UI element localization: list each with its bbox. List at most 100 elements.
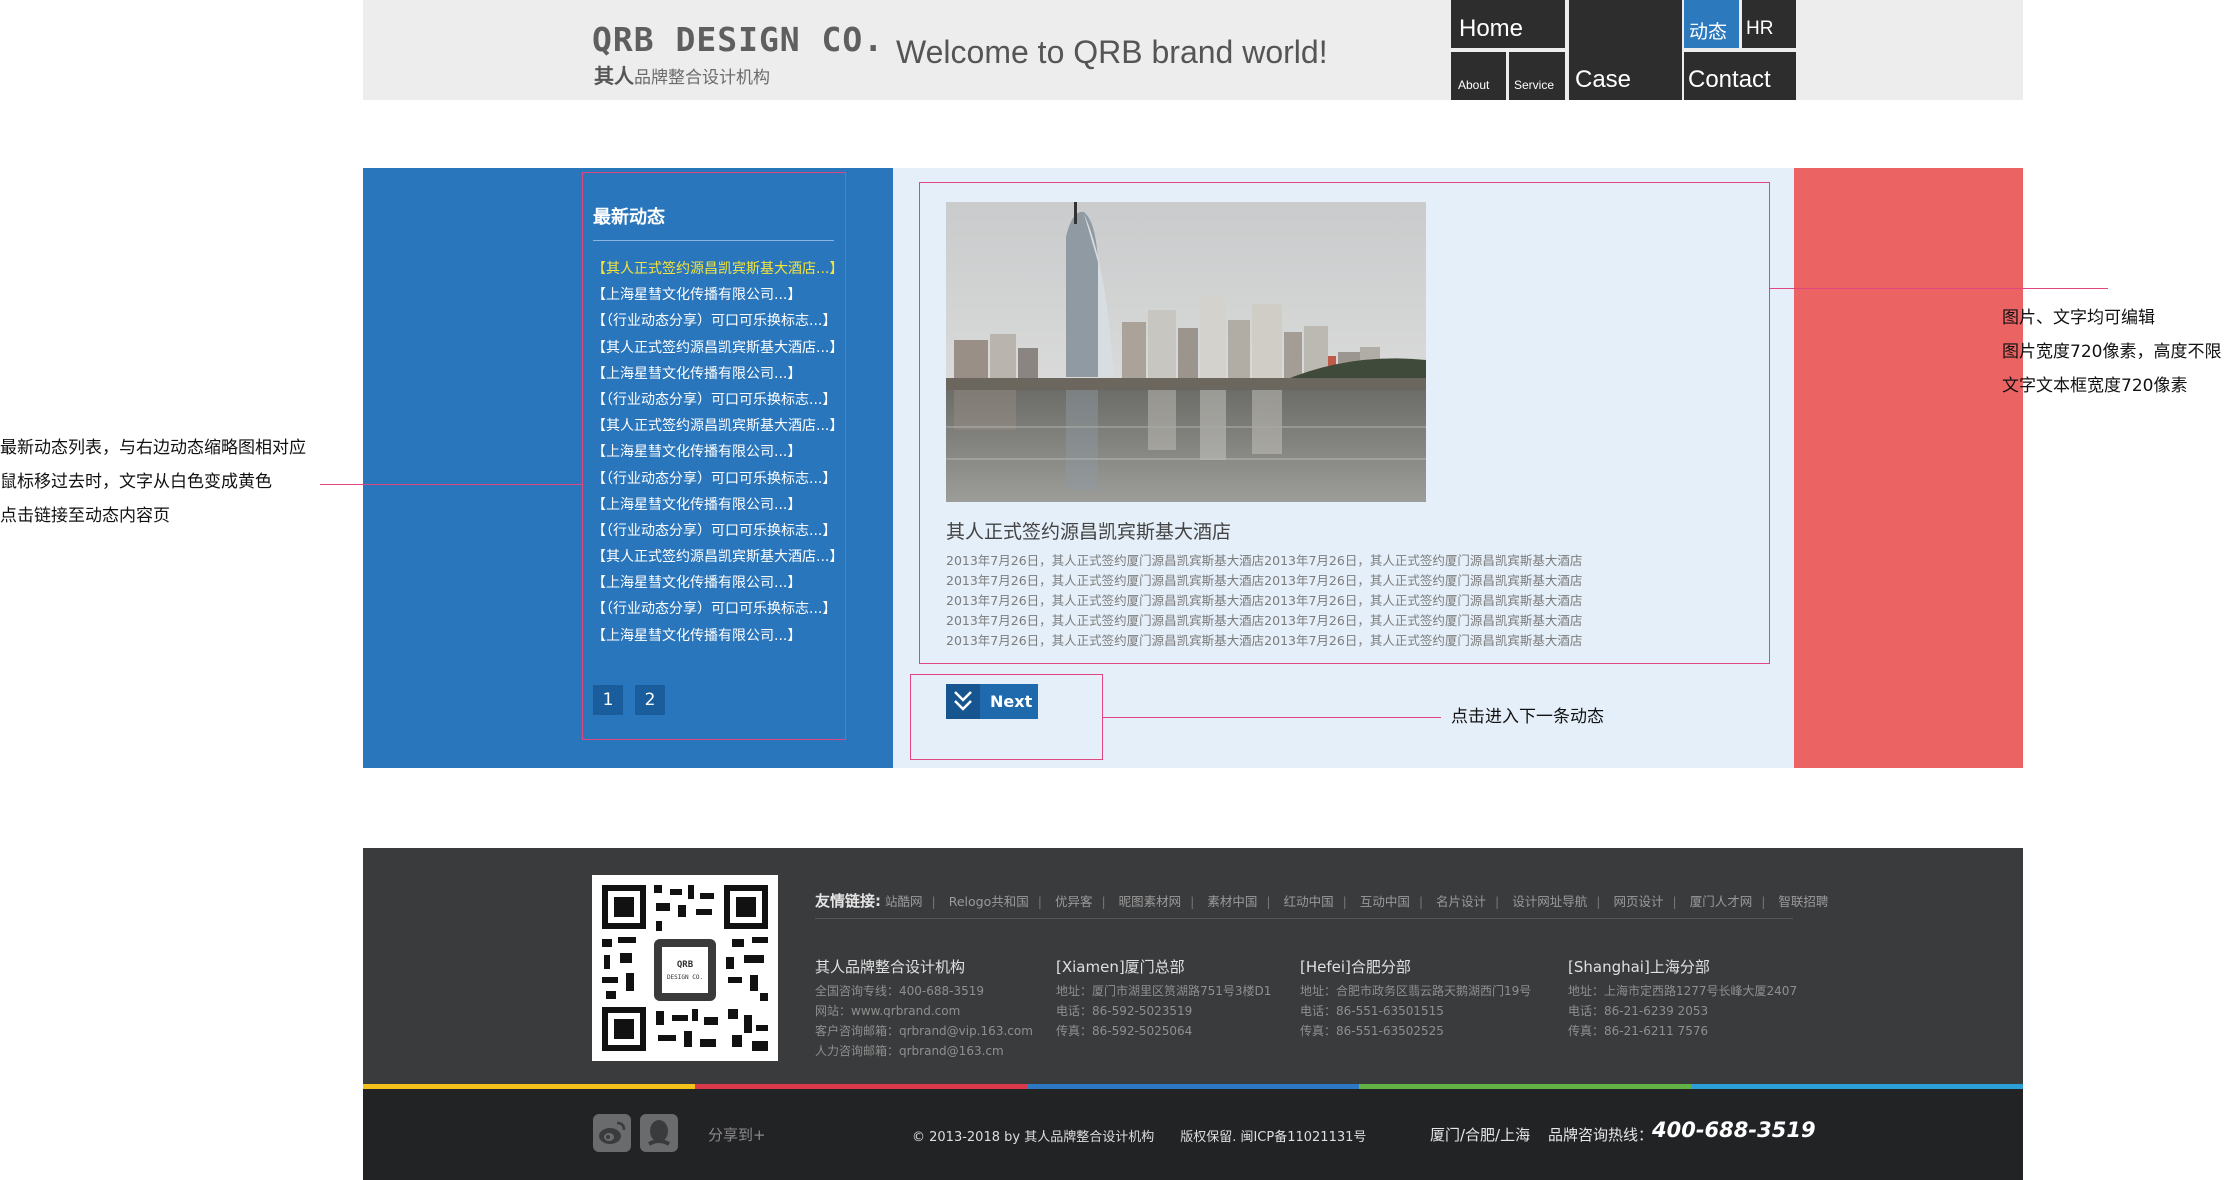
- friend-link[interactable]: 昵图素材网: [1119, 894, 1182, 909]
- friend-link[interactable]: 名片设计: [1436, 894, 1486, 909]
- news-item[interactable]: 【其人正式签约源昌凯宾斯基大酒店...】: [592, 256, 852, 282]
- article-line: 2013年7月26日，其人正式签约厦门源昌凯宾斯基大酒店2013年7月26日，其…: [946, 633, 1583, 648]
- friend-links: 友情链接: 站酷网 | Relogo共和国 | 优异客 | 昵图素材网 | 素材中国 | …: [815, 892, 1829, 910]
- weibo-icon[interactable]: [593, 1114, 631, 1152]
- annotation-line: 文字文本框宽度720像素: [2002, 376, 2188, 396]
- office-line: 传真：86-592-5025064: [1056, 1024, 1193, 1038]
- nav-home[interactable]: Home: [1451, 0, 1565, 48]
- news-item[interactable]: 【上海星彗文化传播有限公司...】: [592, 492, 852, 518]
- logo-title[interactable]: QRB DESIGN CO.: [592, 20, 884, 59]
- hotline-number[interactable]: 400-688-3519: [1652, 1118, 1816, 1142]
- annotation-line: 图片、文字均可编辑: [2002, 308, 2155, 328]
- friend-link[interactable]: 网页设计: [1613, 894, 1663, 909]
- office-name: [Shanghai]上海分部: [1568, 958, 1710, 976]
- news-item[interactable]: 【（行业动态分享）可口可乐换标志...】: [592, 596, 852, 622]
- nav-hr[interactable]: HR: [1742, 0, 1796, 48]
- qr-code: QRB DESIGN CO.: [592, 875, 778, 1061]
- friend-link[interactable]: 优异客: [1055, 894, 1093, 909]
- office-line: 网站：www.qrbrand.com: [815, 1004, 961, 1018]
- logo-tagline: 品牌整合设计机构: [634, 68, 770, 88]
- divider: [815, 918, 1793, 919]
- annotation-line: 最新动态列表，与右边动态缩略图相对应: [0, 438, 306, 458]
- annotation-next: 点击进入下一条动态: [1451, 707, 1604, 727]
- article-line: 2013年7月26日，其人正式签约厦门源昌凯宾斯基大酒店2013年7月26日，其…: [946, 553, 1583, 568]
- annotation-leader-left: [320, 484, 582, 485]
- friend-link[interactable]: 智联招聘: [1778, 894, 1828, 909]
- office-xiamen-info: [Xiamen]厦门总部 地址：厦门市湖里区筼湖路751号3楼D1 电话：86-…: [1056, 955, 1271, 1041]
- color-stripe: [695, 1084, 1027, 1089]
- news-item[interactable]: 【（行业动态分享）可口可乐换标志...】: [592, 518, 852, 544]
- welcome-message: Welcome to QRB brand world!: [896, 34, 1328, 70]
- logo-subtitle: 其人品牌整合设计机构: [594, 60, 770, 89]
- copyright: © 2013-2018 by 其人品牌整合设计机构 版权保留. 闽ICP备110…: [912, 1130, 1367, 1145]
- next-button-label: Next: [990, 692, 1033, 711]
- article-photo: [946, 202, 1426, 502]
- office-line: 电话：86-21-6239 2053: [1568, 1004, 1709, 1018]
- news-item[interactable]: 【上海星彗文化传播有限公司...】: [592, 361, 852, 387]
- logo-brand-mark: 其人: [594, 64, 634, 88]
- friend-links-label: 友情链接:: [815, 892, 881, 910]
- color-stripe: [1027, 1084, 1359, 1089]
- friend-link[interactable]: Relogo共和国: [949, 894, 1029, 909]
- color-stripe: [1691, 1084, 2023, 1089]
- next-button[interactable]: Next: [946, 684, 1038, 719]
- friend-link[interactable]: 设计网址导航: [1512, 894, 1587, 909]
- office-line: 客户咨询邮箱：qrbrand@vip.163.com: [815, 1024, 1033, 1038]
- nav-news[interactable]: 动态: [1684, 0, 1739, 48]
- news-item[interactable]: 【（行业动态分享）可口可乐换标志...】: [592, 308, 852, 334]
- office-line: 地址：合肥市政务区翡云路天鹅湖西门19号: [1300, 984, 1532, 998]
- nav-case[interactable]: Case: [1569, 0, 1682, 100]
- office-shanghai-info: [Shanghai]上海分部 地址：上海市定西路1277号长峰大厦2407 电话…: [1568, 955, 1797, 1041]
- decorative-red-panel: [1794, 168, 2023, 768]
- share-link[interactable]: 分享到+: [708, 1124, 766, 1145]
- annotation-line: 鼠标移过去时，文字从白色变成黄色: [0, 472, 272, 492]
- office-line: 地址：厦门市湖里区筼湖路751号3楼D1: [1056, 984, 1272, 998]
- news-item[interactable]: 【（行业动态分享）可口可乐换标志...】: [592, 466, 852, 492]
- color-stripe: [363, 1084, 695, 1089]
- friend-link[interactable]: 互动中国: [1360, 894, 1410, 909]
- friend-link[interactable]: 素材中国: [1207, 894, 1257, 909]
- annotation-line: 图片宽度720像素，高度不限: [2002, 342, 2222, 362]
- office-line: 电话：86-551-63501515: [1300, 1004, 1444, 1018]
- nav-contact[interactable]: Contact: [1684, 52, 1796, 100]
- news-item[interactable]: 【上海星彗文化传播有限公司...】: [592, 623, 852, 649]
- news-item[interactable]: 【其人正式签约源昌凯宾斯基大酒店...】: [592, 544, 852, 570]
- svg-text:DESIGN CO.: DESIGN CO.: [667, 974, 703, 981]
- news-item[interactable]: 【其人正式签约源昌凯宾斯基大酒店...】: [592, 413, 852, 439]
- nav-about[interactable]: About: [1451, 52, 1506, 100]
- office-line: 传真：86-551-63502525: [1300, 1024, 1444, 1038]
- office-name: [Hefei]合肥分部: [1300, 958, 1411, 976]
- office-name: 其人品牌整合设计机构: [815, 958, 966, 976]
- friend-link[interactable]: 厦门人才网: [1690, 894, 1753, 909]
- office-line: 电话：86-592-5023519: [1056, 1004, 1193, 1018]
- news-item[interactable]: 【上海星彗文化传播有限公司...】: [592, 439, 852, 465]
- friend-link[interactable]: 红动中国: [1284, 894, 1334, 909]
- article-title[interactable]: 其人正式签约源昌凯宾斯基大酒店: [946, 517, 1231, 544]
- annotation-line: 点击链接至动态内容页: [0, 506, 170, 526]
- nav-service-label: Service: [1514, 78, 1555, 92]
- double-chevron-down-icon: [946, 684, 980, 719]
- qq-icon[interactable]: [640, 1114, 678, 1152]
- annotation-leader-right: [1770, 288, 2108, 289]
- nav-service[interactable]: Service: [1509, 52, 1565, 100]
- page-button-1[interactable]: 1: [593, 685, 623, 715]
- annotation-left: 最新动态列表，与右边动态缩略图相对应 鼠标移过去时，文字从白色变成黄色 点击链接…: [0, 431, 306, 533]
- nav-home-label: Home: [1459, 15, 1524, 42]
- nav-about-label: About: [1458, 78, 1490, 92]
- page-button-2[interactable]: 2: [635, 685, 665, 715]
- office-name: [Xiamen]厦门总部: [1056, 958, 1185, 976]
- news-list: 【其人正式签约源昌凯宾斯基大酒店...】 【上海星彗文化传播有限公司...】 【…: [592, 256, 852, 649]
- office-hq-info: 其人品牌整合设计机构 全国咨询专线：400-688-3519 网站：www.qr…: [815, 955, 1033, 1061]
- news-item[interactable]: 【（行业动态分享）可口可乐换标志...】: [592, 387, 852, 413]
- news-item[interactable]: 【上海星彗文化传播有限公司...】: [592, 282, 852, 308]
- article-line: 2013年7月26日，其人正式签约厦门源昌凯宾斯基大酒店2013年7月26日，其…: [946, 613, 1583, 628]
- friend-link[interactable]: 站酷网: [885, 894, 923, 909]
- nav-case-label: Case: [1575, 66, 1632, 93]
- office-line: 全国咨询专线：400-688-3519: [815, 984, 985, 998]
- annotation-leader-next: [1103, 717, 1441, 718]
- news-list-title: 最新动态: [593, 207, 665, 228]
- news-item[interactable]: 【上海星彗文化传播有限公司...】: [592, 570, 852, 596]
- news-item[interactable]: 【其人正式签约源昌凯宾斯基大酒店...】: [592, 335, 852, 361]
- svg-text:QRB: QRB: [677, 960, 694, 970]
- article-line: 2013年7月26日，其人正式签约厦门源昌凯宾斯基大酒店2013年7月26日，其…: [946, 593, 1583, 608]
